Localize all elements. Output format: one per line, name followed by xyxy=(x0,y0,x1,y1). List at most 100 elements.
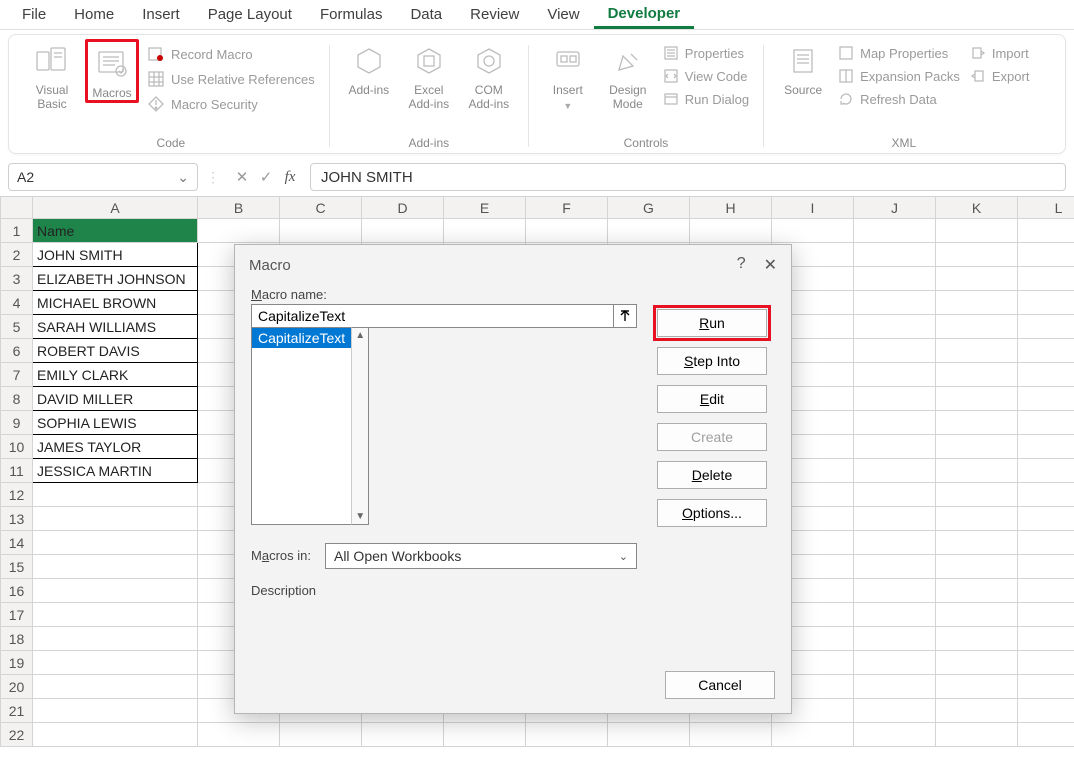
cell[interactable] xyxy=(198,723,280,747)
row-header[interactable]: 16 xyxy=(1,579,33,603)
row-header[interactable]: 11 xyxy=(1,459,33,483)
macro-security-button[interactable]: Macro Security xyxy=(145,93,317,115)
macros-button[interactable]: Macros xyxy=(85,39,139,103)
cell[interactable] xyxy=(854,411,936,435)
cell[interactable] xyxy=(854,315,936,339)
cell[interactable] xyxy=(936,603,1018,627)
cell[interactable] xyxy=(33,699,198,723)
cell[interactable]: EMILY CLARK xyxy=(33,363,198,387)
options-button[interactable]: Options... xyxy=(657,499,767,527)
cell[interactable] xyxy=(854,675,936,699)
tab-formulas[interactable]: Formulas xyxy=(306,2,397,27)
row-header[interactable]: 20 xyxy=(1,675,33,699)
cell[interactable] xyxy=(1018,723,1074,747)
refresh-data-button[interactable]: Refresh Data xyxy=(836,89,962,109)
cell[interactable] xyxy=(526,723,608,747)
row-header[interactable]: 21 xyxy=(1,699,33,723)
excel-addins-button[interactable]: Excel Add-ins xyxy=(402,39,456,111)
cell[interactable] xyxy=(1018,579,1074,603)
cell[interactable] xyxy=(936,675,1018,699)
cell[interactable] xyxy=(1018,507,1074,531)
tab-page-layout[interactable]: Page Layout xyxy=(194,2,306,27)
cell[interactable] xyxy=(854,339,936,363)
row-header[interactable]: 17 xyxy=(1,603,33,627)
view-code-button[interactable]: View Code xyxy=(661,66,751,86)
cell[interactable] xyxy=(854,603,936,627)
help-icon[interactable]: ? xyxy=(737,255,746,275)
cell[interactable] xyxy=(1018,627,1074,651)
cell[interactable] xyxy=(1018,219,1074,243)
tab-insert[interactable]: Insert xyxy=(128,2,194,27)
cell[interactable] xyxy=(854,243,936,267)
cell[interactable]: SARAH WILLIAMS xyxy=(33,315,198,339)
column-header-C[interactable]: C xyxy=(280,197,362,219)
cell[interactable] xyxy=(772,723,854,747)
tab-review[interactable]: Review xyxy=(456,2,533,27)
cell[interactable] xyxy=(936,243,1018,267)
row-header[interactable]: 19 xyxy=(1,651,33,675)
cell[interactable] xyxy=(854,699,936,723)
macro-list[interactable]: CapitalizeText xyxy=(251,327,351,525)
column-header-H[interactable]: H xyxy=(690,197,772,219)
cell[interactable] xyxy=(936,507,1018,531)
map-properties-button[interactable]: Map Properties xyxy=(836,43,962,63)
cell[interactable] xyxy=(854,651,936,675)
cell[interactable]: JAMES TAYLOR xyxy=(33,435,198,459)
row-header[interactable]: 10 xyxy=(1,435,33,459)
cell[interactable] xyxy=(33,555,198,579)
tab-view[interactable]: View xyxy=(533,2,593,27)
select-all-corner[interactable] xyxy=(1,197,33,219)
cell[interactable] xyxy=(936,459,1018,483)
tab-data[interactable]: Data xyxy=(396,2,456,27)
column-header-D[interactable]: D xyxy=(362,197,444,219)
close-icon[interactable]: ✕ xyxy=(764,255,777,275)
cell[interactable] xyxy=(854,507,936,531)
cell[interactable] xyxy=(854,579,936,603)
cell[interactable] xyxy=(1018,555,1074,579)
cell[interactable] xyxy=(362,723,444,747)
cell[interactable] xyxy=(608,723,690,747)
row-header[interactable]: 22 xyxy=(1,723,33,747)
record-macro-button[interactable]: Record Macro xyxy=(145,43,317,65)
chevron-down-icon[interactable]: ⌄ xyxy=(177,169,189,186)
insert-control-button[interactable]: Insert ▼ xyxy=(541,39,595,111)
cell[interactable] xyxy=(854,723,936,747)
cell[interactable] xyxy=(936,411,1018,435)
cell[interactable] xyxy=(198,219,280,243)
cancel-button[interactable]: Cancel xyxy=(665,671,775,699)
tab-home[interactable]: Home xyxy=(60,2,128,27)
cell[interactable] xyxy=(1018,531,1074,555)
cell[interactable] xyxy=(854,555,936,579)
row-header[interactable]: 6 xyxy=(1,339,33,363)
edit-button[interactable]: Edit xyxy=(657,385,767,413)
cell[interactable] xyxy=(936,267,1018,291)
cell[interactable] xyxy=(936,435,1018,459)
design-mode-button[interactable]: Design Mode xyxy=(601,39,655,111)
properties-button[interactable]: Properties xyxy=(661,43,751,63)
cell[interactable]: JESSICA MARTIN xyxy=(33,459,198,483)
name-box[interactable]: A2 ⌄ xyxy=(8,163,198,191)
macro-list-item[interactable]: CapitalizeText xyxy=(252,328,351,348)
row-header[interactable]: 15 xyxy=(1,555,33,579)
cell[interactable] xyxy=(936,483,1018,507)
cell[interactable]: ROBERT DAVIS xyxy=(33,339,198,363)
cell[interactable] xyxy=(936,531,1018,555)
row-header[interactable]: 12 xyxy=(1,483,33,507)
cell[interactable] xyxy=(33,531,198,555)
cell[interactable] xyxy=(33,651,198,675)
tab-file[interactable]: File xyxy=(8,2,60,27)
column-header-K[interactable]: K xyxy=(936,197,1018,219)
run-dialog-button[interactable]: Run Dialog xyxy=(661,89,751,109)
cell[interactable] xyxy=(1018,291,1074,315)
cell[interactable] xyxy=(854,267,936,291)
cell[interactable] xyxy=(1018,267,1074,291)
cell[interactable] xyxy=(854,459,936,483)
cell[interactable] xyxy=(33,507,198,531)
cell[interactable]: ELIZABETH JOHNSON xyxy=(33,267,198,291)
com-addins-button[interactable]: COM Add-ins xyxy=(462,39,516,111)
cell[interactable] xyxy=(1018,387,1074,411)
cell[interactable] xyxy=(33,579,198,603)
visual-basic-button[interactable]: Visual Basic xyxy=(25,39,79,111)
cell[interactable] xyxy=(936,363,1018,387)
row-header[interactable]: 13 xyxy=(1,507,33,531)
